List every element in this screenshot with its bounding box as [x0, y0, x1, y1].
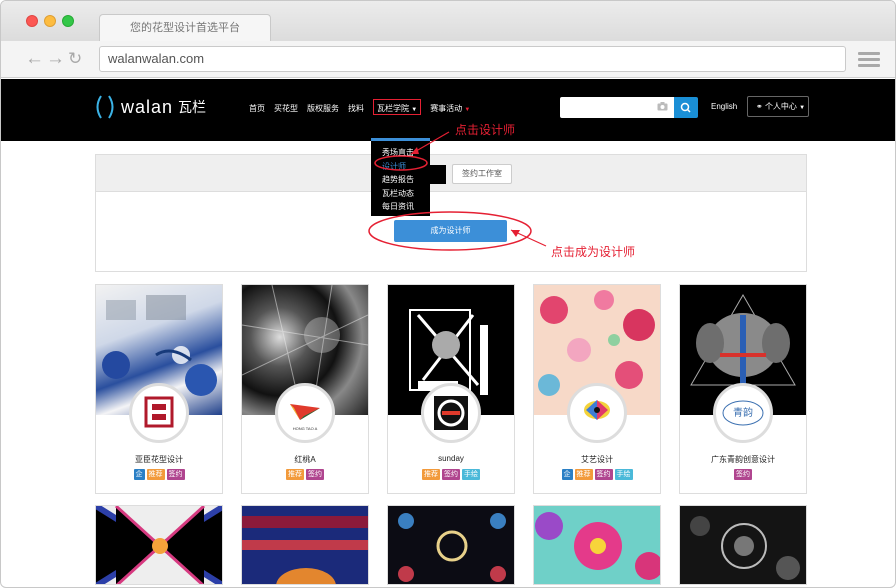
tropical-flower-pattern [534, 506, 660, 584]
logo-mark-icon [96, 95, 114, 119]
badge-handdrawn: 手绘 [462, 469, 480, 480]
camera-icon[interactable] [657, 102, 668, 111]
forward-arrow-icon[interactable]: → [46, 49, 65, 68]
minimize-window-button[interactable] [44, 15, 56, 27]
badge-enterprise: 企 [133, 469, 145, 480]
designer-avatar [421, 383, 481, 443]
maximize-window-button[interactable] [62, 15, 74, 27]
designer-badges: 企推荐 签约 手绘 [534, 469, 660, 480]
browser-menu-icon[interactable] [858, 52, 880, 67]
badge-signed: 签约 [734, 469, 752, 480]
designer-badges: 企推荐 签约 [96, 469, 222, 480]
browser-tab[interactable]: 您的花型设计首选平台 [99, 14, 271, 41]
main-nav: 首页 买花型 版权服务 找料 瓦栏学院 ▼ 赛事活动 ▼ [249, 99, 479, 115]
badge-recommend: 推荐 [286, 469, 304, 480]
close-window-button[interactable] [26, 15, 38, 27]
dropdown-item-trend[interactable]: 趋势报告 [371, 173, 430, 187]
designer-card[interactable]: HONG TAO A 红桃A 推荐 签约 [241, 284, 369, 494]
paisley-pattern [242, 506, 368, 584]
badge-signed: 签约 [306, 469, 324, 480]
annotation-click-designer: 点击设计师 [455, 123, 516, 137]
annotation-click-become: 点击成为设计师 [551, 245, 636, 259]
become-designer-button[interactable]: 成为设计师 [394, 220, 507, 242]
chevron-down-icon: ▼ [411, 107, 418, 113]
user-center-label: 个人中心 [764, 102, 797, 111]
logo-text: walan [121, 96, 174, 117]
designer-card[interactable]: 艾艺设计 企推荐 签约 手绘 [533, 284, 661, 494]
designer-card[interactable]: 亚臣花型设计 企推荐 签约 [95, 284, 223, 494]
designer-card[interactable] [387, 505, 515, 585]
monochrome-floral-pattern [680, 506, 806, 584]
chevron-down-icon: ▼ [799, 105, 806, 111]
designer-badges: 推荐 签约 手绘 [388, 469, 514, 480]
academy-dropdown: 秀场直击 设计师 趋势报告 瓦栏动态 每日资讯 [371, 138, 430, 216]
user-center-button[interactable]: ⚭ 个人中心 ▼ [747, 96, 809, 117]
designer-card[interactable] [533, 505, 661, 585]
designer-name: 广东青韵创意设计 [711, 455, 775, 464]
nav-item-find-material[interactable]: 找料 [348, 103, 364, 115]
designer-card[interactable]: 青韵 广东青韵创意设计 签约 [679, 284, 807, 494]
browser-toolbar: ← → ↻ walanwalan.com [1, 41, 895, 78]
designer-avatar [129, 383, 189, 443]
browser-titlebar: 您的花型设计首选平台 [1, 1, 895, 41]
back-arrow-icon[interactable]: ← [25, 49, 44, 68]
tab-signed-studio[interactable]: 签约工作室 [452, 164, 512, 184]
qingyun-logo-text: 青韵 [733, 406, 753, 419]
badge-recommend: 推荐 [422, 469, 440, 480]
nav-item-copyright[interactable]: 版权服务 [307, 103, 339, 115]
designer-badges: 签约 [680, 469, 806, 480]
user-icon: ⚭ [756, 102, 763, 111]
badge-enterprise: 企 [561, 469, 573, 480]
badge-recommend: 推荐 [574, 469, 593, 480]
search-icon [680, 102, 691, 113]
nav-item-academy-label: 瓦栏学院 [377, 104, 409, 113]
designer-card[interactable]: sunday 推荐 签约 手绘 [387, 284, 515, 494]
designer-card[interactable] [241, 505, 369, 585]
designer-name: sunday [438, 454, 464, 463]
designer-card[interactable] [95, 505, 223, 585]
search-button[interactable] [674, 97, 698, 118]
browser-window: 您的花型设计首选平台 ← → ↻ walanwalan.com walan 瓦栏… [0, 0, 896, 588]
designer-panel: 签约工作室 [95, 154, 807, 272]
badge-signed: 签约 [166, 469, 185, 480]
badge-handdrawn: 手绘 [614, 469, 633, 480]
designer-name: 艾艺设计 [581, 455, 613, 464]
dropdown-item-news[interactable]: 瓦栏动态 [371, 187, 430, 201]
site-logo[interactable]: walan 瓦栏 [93, 93, 206, 121]
designer-avatar: 青韵 [713, 383, 773, 443]
star-pattern [388, 506, 514, 584]
designer-name: 红桃A [294, 455, 316, 464]
address-bar[interactable]: walanwalan.com [99, 46, 846, 72]
language-switch[interactable]: English [711, 102, 737, 111]
dropdown-item-designer[interactable]: 设计师 [371, 160, 430, 174]
nav-item-events[interactable]: 赛事活动 ▼ [430, 103, 470, 115]
designer-name: 亚臣花型设计 [135, 455, 183, 464]
nav-item-events-label: 赛事活动 [430, 104, 463, 113]
designer-badges: 推荐 签约 [242, 469, 368, 480]
logo-cn: 瓦栏 [178, 99, 207, 115]
badge-recommend: 推荐 [146, 469, 165, 480]
designer-avatar: HONG TAO A [275, 383, 335, 443]
nav-item-buy-pattern[interactable]: 买花型 [274, 103, 298, 115]
designer-card[interactable] [679, 505, 807, 585]
reload-icon[interactable]: ↻ [68, 50, 82, 68]
dropdown-item-runway[interactable]: 秀场直击 [371, 146, 430, 160]
kaleidoscope-pattern [96, 506, 222, 584]
nav-item-home[interactable]: 首页 [249, 103, 265, 115]
badge-signed: 签约 [594, 469, 613, 480]
badge-signed: 签约 [442, 469, 460, 480]
dropdown-item-daily[interactable]: 每日资讯 [371, 200, 430, 214]
nav-item-academy[interactable]: 瓦栏学院 ▼ [373, 99, 422, 115]
panel-tab-band: 签约工作室 [96, 155, 806, 192]
hongtao-logo-text: HONG TAO A [293, 426, 318, 431]
chevron-down-icon: ▼ [464, 107, 471, 113]
designer-avatar [567, 383, 627, 443]
